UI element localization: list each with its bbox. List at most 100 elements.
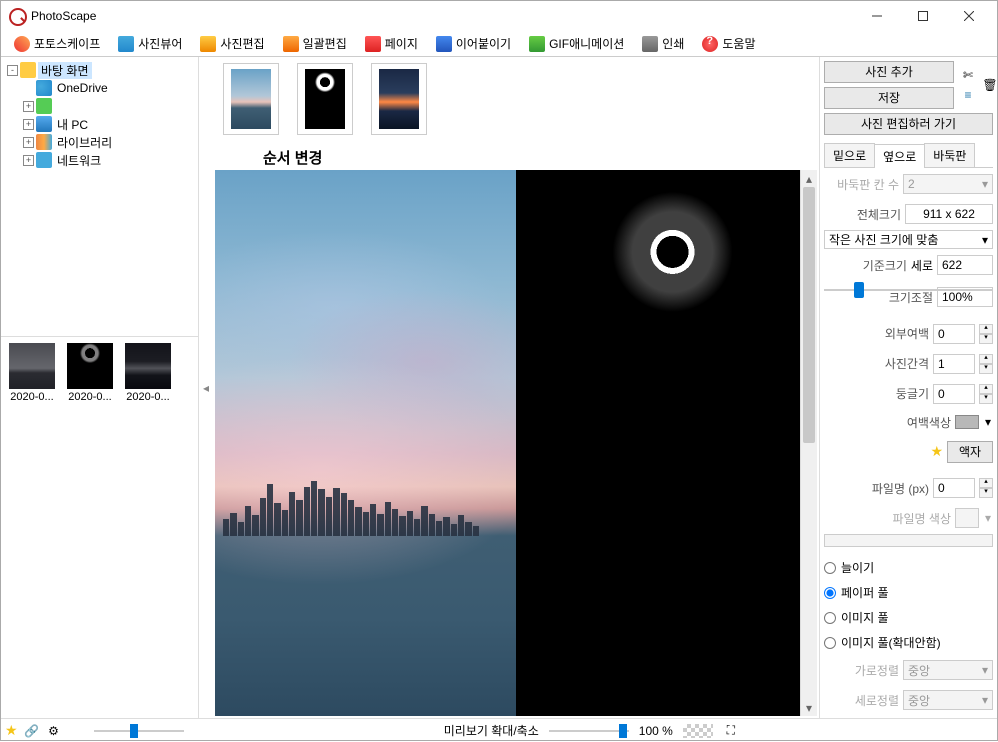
t-onedrive-icon [36, 80, 52, 96]
expand-icon[interactable]: - [7, 65, 18, 76]
fit-screen-icon[interactable]: ⛶ [723, 723, 739, 739]
options-panel: 사진 추가 저장 ✄ ≡ 🗑 사진 편집하러 가기 밑으로옆으로바둑판 바둑판 … [819, 57, 997, 718]
valign-select: 중앙▾ [903, 690, 993, 710]
add-photo-button[interactable]: 사진 추가 [824, 61, 954, 83]
expand-icon[interactable]: + [23, 137, 34, 148]
link-icon[interactable]: 🔗 [24, 723, 40, 739]
preview-canvas[interactable]: ▴ ▾ [215, 170, 817, 716]
scroll-down-icon[interactable]: ▾ [801, 699, 817, 716]
image-order-strip[interactable] [213, 57, 819, 147]
radio-image-full-no-enlarge[interactable]: 이미지 풀(확대안함) [824, 634, 993, 651]
vertical-scrollbar[interactable]: ▴ ▾ [800, 170, 817, 716]
t-lib-icon [36, 134, 52, 150]
gap-spinner[interactable]: ▴▾ [979, 354, 993, 374]
radio-image-full[interactable]: 이미지 풀 [824, 609, 993, 626]
splitter-handle[interactable]: ◂ [199, 57, 213, 718]
scroll-up-icon[interactable]: ▴ [801, 170, 817, 187]
total-size-value: 911 x 622 [905, 204, 993, 224]
folder-tree[interactable]: -바탕 화면OneDrive++내 PC+라이브러리+네트워크 [1, 57, 198, 337]
layout-tab-2[interactable]: 바둑판 [924, 143, 975, 167]
thumbnail-item[interactable]: 2020-0... [123, 343, 173, 403]
toolbar-ic-print[interactable]: 인쇄 [633, 31, 693, 56]
toolbar-ic-combine[interactable]: 이어붙이기 [427, 31, 520, 56]
base-size-label: 기준크기 [824, 257, 907, 274]
filename-spinner[interactable]: ▴▾ [979, 478, 993, 498]
tree-item[interactable]: + 라이브러리 [3, 133, 196, 151]
round-spinner[interactable]: ▴▾ [979, 384, 993, 404]
close-button[interactable] [955, 6, 983, 26]
expand-icon[interactable]: + [23, 101, 34, 112]
total-size-label: 전체크기 [824, 206, 901, 223]
goto-editor-button[interactable]: 사진 편집하러 가기 [824, 113, 993, 135]
ic-page-icon [365, 36, 381, 52]
round-input[interactable]: 0 [933, 384, 975, 404]
cut-icon[interactable]: ✄ [960, 67, 976, 83]
main-toolbar: 포토스케이프사진뷰어사진편집일괄편집페이지이어붙이기GIF애니메이션인쇄도움말 [1, 31, 997, 57]
left-slider[interactable] [94, 722, 184, 740]
layout-tabset: 밑으로옆으로바둑판 [824, 143, 993, 168]
ic-combine-icon [436, 36, 452, 52]
thumbnail-label: 2020-0... [7, 391, 57, 403]
ic-app-icon [14, 36, 30, 52]
t-desktop-icon [20, 62, 36, 78]
t-pc-icon [36, 116, 52, 132]
tree-label: OneDrive [54, 81, 111, 95]
layout-tab-0[interactable]: 밑으로 [824, 143, 875, 167]
base-size-input[interactable]: 622 [937, 255, 993, 275]
tree-item[interactable]: +네트워크 [3, 151, 196, 169]
trash-icon[interactable]: 🗑 [982, 77, 998, 93]
thumbnail-item[interactable]: 2020-0... [7, 343, 57, 403]
zoom-slider[interactable] [549, 722, 629, 740]
footer-bar: ★ 🔗 ⚙ 미리보기 확대/축소 100 % ⛶ [1, 718, 997, 742]
layout-tab-1[interactable]: 옆으로 [874, 144, 925, 168]
toolbar-ic-app[interactable]: 포토스케이프 [5, 31, 109, 56]
filename-label: 파일명 (px) [824, 480, 929, 497]
transparency-bg-icon[interactable] [683, 724, 713, 738]
tree-item[interactable]: +내 PC [3, 115, 196, 133]
list-mode-icon[interactable]: ≡ [960, 87, 976, 103]
maximize-button[interactable] [909, 6, 937, 26]
margin-color-swatch[interactable] [955, 415, 979, 429]
strip-thumb[interactable] [297, 63, 353, 135]
expand-icon[interactable]: + [23, 155, 34, 166]
frame-button[interactable]: 액자 [947, 441, 993, 463]
fit-mode-select[interactable]: 작은 사진 크기에 맞춤▾ [824, 230, 993, 249]
gap-input[interactable]: 1 [933, 354, 975, 374]
toolbar-ic-gif[interactable]: GIF애니메이션 [520, 31, 633, 56]
save-button[interactable]: 저장 [824, 87, 954, 109]
ic-print-icon [642, 36, 658, 52]
tree-item[interactable]: -바탕 화면 [3, 61, 196, 79]
star-icon[interactable]: ★ [930, 443, 943, 460]
resize-label: 크기조절 [824, 289, 933, 306]
radio-paper-full[interactable]: 페이퍼 풀 [824, 584, 993, 601]
strip-thumb[interactable] [371, 63, 427, 135]
outer-margin-spinner[interactable]: ▴▾ [979, 324, 993, 344]
strip-thumb[interactable] [223, 63, 279, 135]
toolbar-ic-viewer[interactable]: 사진뷰어 [109, 31, 191, 56]
zoom-value: 100 % [639, 724, 673, 738]
scroll-thumb[interactable] [803, 187, 815, 443]
toolbar-ic-help[interactable]: 도움말 [693, 31, 764, 56]
t-net-icon [36, 152, 52, 168]
minimize-button[interactable] [863, 6, 891, 26]
tree-item[interactable]: + [3, 97, 196, 115]
color-dropdown-icon[interactable]: ▾ [983, 415, 993, 429]
radio-stretch[interactable]: 늘이기 [824, 559, 993, 576]
thumbnail-image [67, 343, 113, 389]
app-logo-icon [9, 8, 25, 24]
preview-pane-1 [215, 170, 516, 716]
toolbar-ic-page[interactable]: 페이지 [356, 31, 427, 56]
settings-icon[interactable]: ⚙ [46, 723, 62, 739]
thumbnail-item[interactable]: 2020-0... [65, 343, 115, 403]
expand-icon[interactable]: + [23, 119, 34, 130]
outer-margin-input[interactable]: 0 [933, 324, 975, 344]
tree-label: 라이브러리 [54, 134, 115, 151]
toolbar-ic-edit[interactable]: 사진편집 [191, 31, 273, 56]
filename-input[interactable]: 0 [933, 478, 975, 498]
tree-item[interactable]: OneDrive [3, 79, 196, 97]
favorite-icon[interactable]: ★ [5, 722, 18, 739]
outer-margin-label: 외부여백 [824, 325, 929, 342]
thumbnail-list[interactable]: 2020-0... 2020-0... 2020-0... [1, 337, 198, 718]
thumbnail-label: 2020-0... [65, 391, 115, 403]
toolbar-ic-batch[interactable]: 일괄편집 [274, 31, 356, 56]
